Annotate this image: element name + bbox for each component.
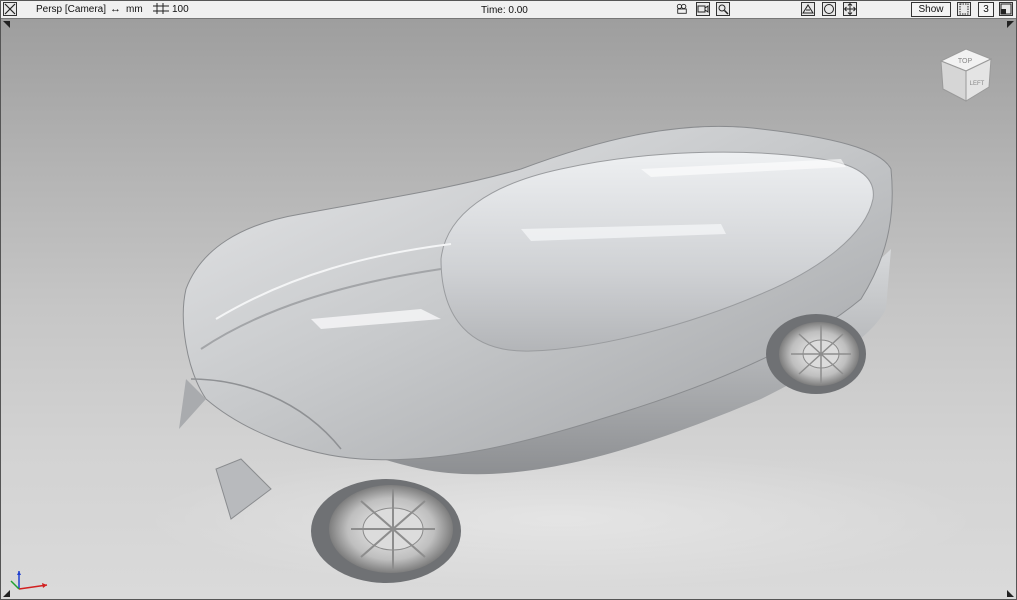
- corner-marker-bottom-right: [1007, 590, 1014, 597]
- camera-icon[interactable]: [675, 2, 689, 16]
- front-wheel: [311, 479, 461, 583]
- units-label[interactable]: mm: [126, 3, 143, 16]
- view-cube-top-label[interactable]: TOP: [958, 58, 973, 65]
- viewport-window: Persp [Camera] ↔ mm 100 Time: 0.00 Show: [0, 0, 1017, 600]
- view-cube[interactable]: TOP LEFT: [931, 41, 1001, 111]
- viewport-titlebar: Persp [Camera] ↔ mm 100 Time: 0.00 Show: [1, 1, 1016, 19]
- zoom-icon[interactable]: [716, 2, 730, 16]
- grid-size-icon: [153, 3, 169, 18]
- grid-size-label[interactable]: 100: [172, 3, 189, 16]
- view-mode-label[interactable]: Persp [Camera]: [36, 3, 106, 16]
- 3d-viewport[interactable]: TOP LEFT: [1, 19, 1016, 599]
- time-label: Time: 0.00: [481, 5, 528, 16]
- maximize-icon[interactable]: [999, 2, 1013, 16]
- close-view-icon[interactable]: [3, 2, 17, 16]
- video-camera-icon[interactable]: [696, 2, 710, 16]
- show-button[interactable]: Show: [911, 2, 951, 17]
- car-model[interactable]: [1, 19, 1016, 599]
- circle-view-icon[interactable]: [822, 2, 836, 16]
- corner-marker-top-left: [3, 21, 10, 28]
- view-cube-left-label[interactable]: LEFT: [970, 81, 985, 87]
- corner-marker-top-right: [1007, 21, 1014, 28]
- floor-reflection: [141, 449, 981, 589]
- units-arrow-icon: ↔: [110, 3, 121, 15]
- viewport-count-button[interactable]: 3: [978, 2, 994, 17]
- corner-marker-bottom-left: [3, 590, 10, 597]
- layout-icon[interactable]: [957, 2, 971, 16]
- axis-tripod-icon: [10, 571, 48, 590]
- rear-wheel: [766, 314, 866, 394]
- perspective-toggle-icon[interactable]: [801, 2, 815, 16]
- move-view-icon[interactable]: [843, 2, 857, 16]
